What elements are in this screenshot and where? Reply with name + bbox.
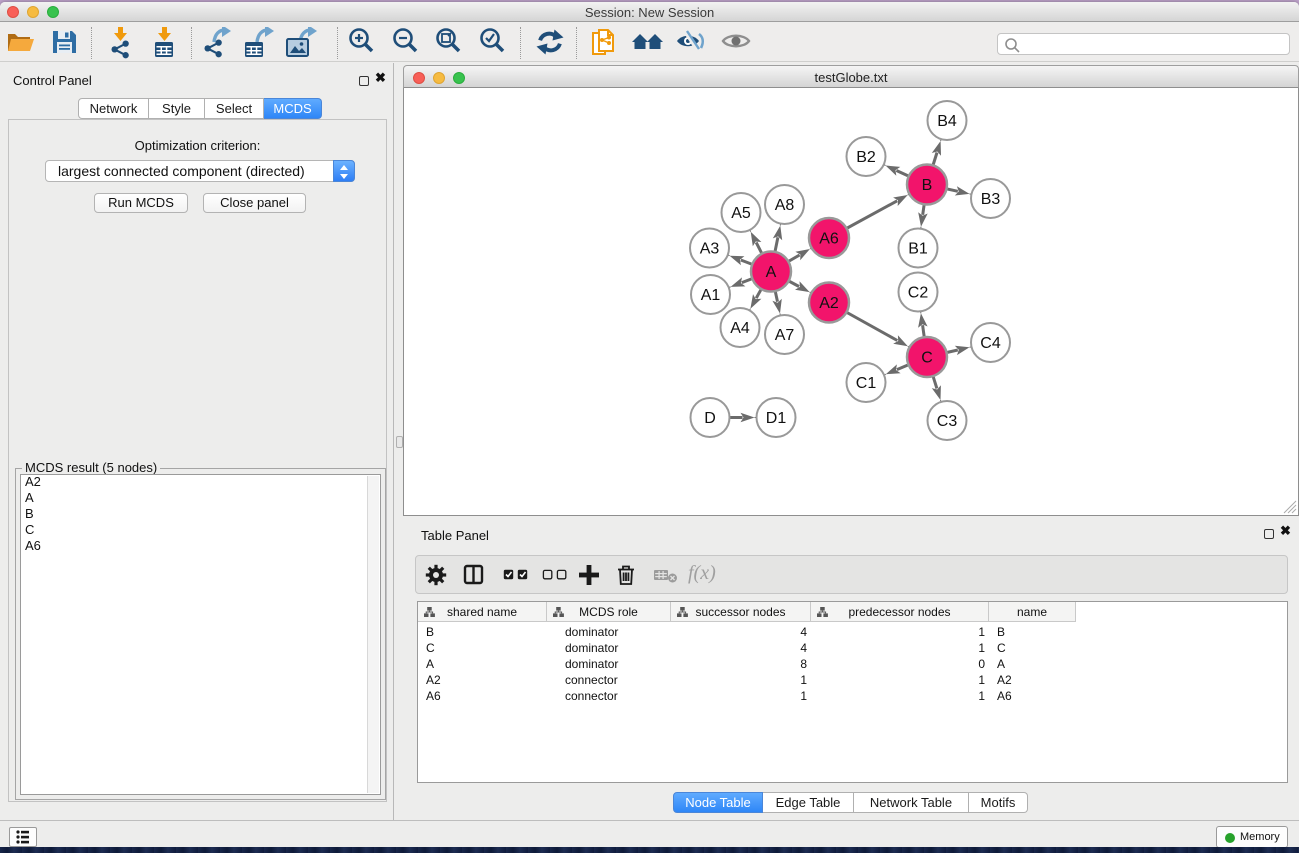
svg-text:A8: A8 xyxy=(775,197,795,214)
svg-text:C1: C1 xyxy=(856,375,877,392)
svg-text:B3: B3 xyxy=(981,191,1001,208)
svg-text:A6: A6 xyxy=(819,231,839,248)
svg-text:B4: B4 xyxy=(937,113,957,130)
svg-text:A2: A2 xyxy=(819,295,839,312)
svg-text:B1: B1 xyxy=(908,241,928,258)
svg-text:C2: C2 xyxy=(908,285,929,302)
svg-text:A4: A4 xyxy=(730,320,750,337)
svg-text:B2: B2 xyxy=(856,149,876,166)
svg-text:D: D xyxy=(704,410,716,427)
svg-text:D1: D1 xyxy=(766,410,787,427)
svg-text:C4: C4 xyxy=(980,335,1001,352)
svg-text:C: C xyxy=(921,350,933,367)
svg-text:A3: A3 xyxy=(700,241,720,258)
svg-text:A: A xyxy=(766,264,777,281)
svg-text:A5: A5 xyxy=(731,205,751,222)
svg-text:C3: C3 xyxy=(937,413,958,430)
svg-text:A1: A1 xyxy=(701,287,721,304)
svg-text:A7: A7 xyxy=(775,327,795,344)
svg-text:B: B xyxy=(922,177,933,194)
